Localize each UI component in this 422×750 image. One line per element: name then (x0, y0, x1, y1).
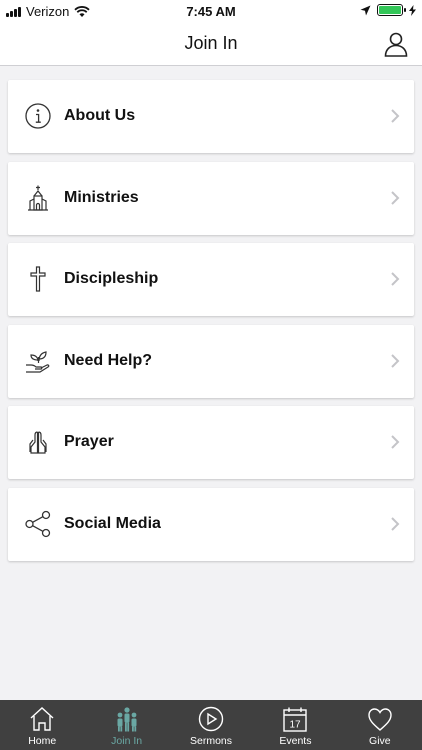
chevron-right-icon (391, 272, 400, 286)
tab-label: Join In (111, 735, 143, 747)
battery-fill (379, 6, 401, 14)
info-circle-icon (25, 103, 51, 129)
play-circle-icon (198, 706, 224, 732)
chevron-right-icon (391, 516, 400, 531)
location-arrow-icon (360, 5, 371, 15)
chevron-right-icon (391, 435, 400, 449)
menu-item-about-us[interactable]: About Us (8, 80, 414, 153)
tab-home[interactable]: Home (0, 700, 84, 750)
charging-bolt-icon (409, 4, 416, 16)
cross-icon (30, 266, 46, 292)
calendar-day-number: 17 (290, 720, 302, 731)
tab-label: Events (279, 735, 312, 747)
church-icon (28, 185, 48, 211)
tab-give[interactable]: Give (338, 700, 422, 750)
praying-hands-icon (29, 431, 47, 454)
heart-icon (368, 708, 392, 731)
calendar-icon: 17 (283, 707, 308, 732)
menu-item-label: Ministries (64, 188, 139, 206)
navigation-bar: Join In (0, 22, 422, 66)
status-right (360, 4, 416, 16)
menu-item-label: Prayer (64, 433, 114, 450)
tab-label: Sermons (190, 735, 233, 747)
tab-events[interactable]: 17 Events (253, 700, 337, 750)
hand-plant-icon (26, 350, 50, 373)
share-icon (25, 510, 51, 537)
menu-item-ministries[interactable]: Ministries (8, 161, 414, 235)
menu-item-prayer[interactable]: Prayer (8, 406, 414, 479)
profile-icon[interactable] (382, 30, 410, 58)
tab-label: Give (369, 735, 391, 747)
home-icon (30, 707, 54, 731)
menu-item-label: About Us (64, 107, 136, 124)
menu-item-discipleship[interactable]: Discipleship (8, 243, 414, 316)
menu-item-label: Discipleship (64, 270, 159, 287)
tab-join-in[interactable]: Join In (84, 700, 168, 750)
tab-bar: Home Join In Sermons 17 Events Give (0, 700, 422, 750)
status-time: 7:45 AM (186, 4, 236, 19)
people-icon (117, 707, 137, 732)
page-title: Join In (184, 33, 238, 53)
menu-item-label: Need Help? (64, 351, 153, 369)
battery-icon (377, 4, 406, 16)
tab-sermons[interactable]: Sermons (169, 700, 253, 750)
menu-list: About Us Ministries Discipleship Need He… (8, 80, 414, 569)
menu-item-label: Social Media (64, 514, 161, 532)
tab-label: Home (28, 735, 57, 747)
chevron-right-icon (391, 190, 400, 205)
chevron-right-icon (391, 353, 400, 368)
status-bar: Verizon 7:45 AM (0, 0, 422, 22)
chevron-right-icon (391, 109, 400, 123)
menu-item-need-help[interactable]: Need Help? (8, 324, 414, 398)
menu-item-social-media[interactable]: Social Media (8, 487, 414, 561)
